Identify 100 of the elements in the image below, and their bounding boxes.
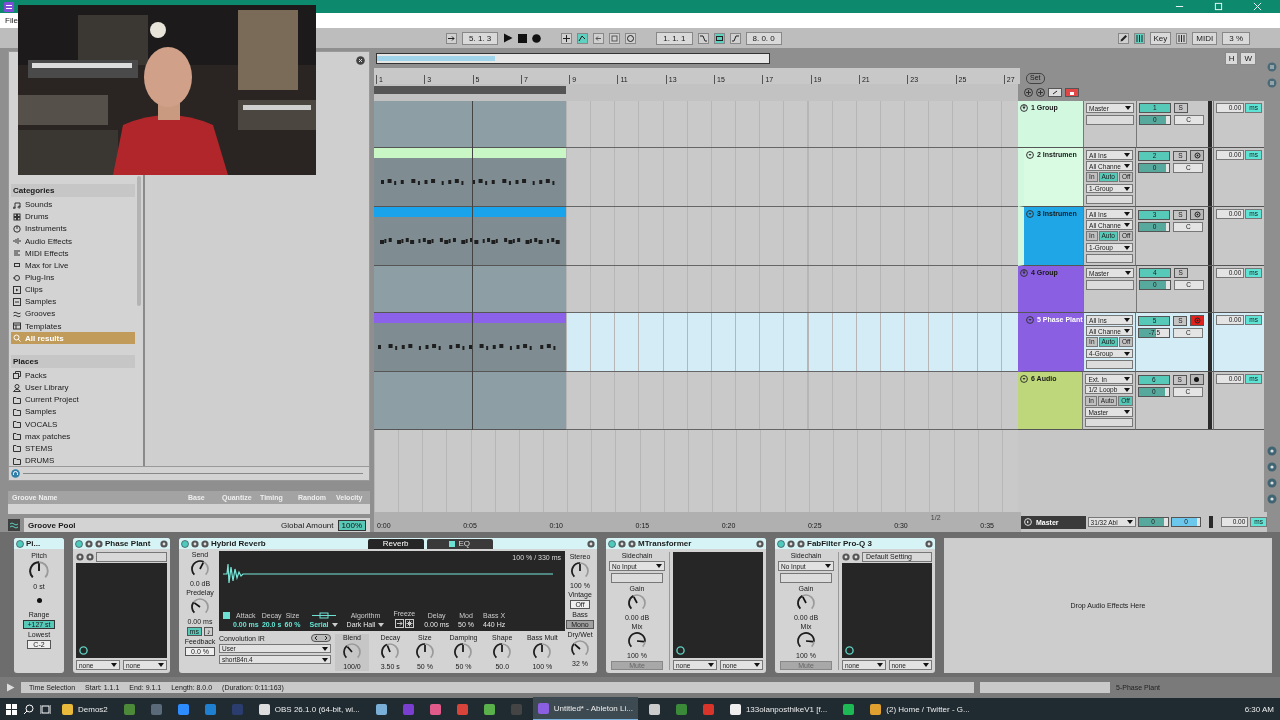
category-item[interactable]: Samples [11,295,135,308]
input-field[interactable] [1086,195,1134,205]
place-item[interactable]: Current Project [11,393,135,406]
input-field[interactable] [611,573,663,584]
toggle-icon[interactable] [1267,446,1277,457]
power-icon[interactable] [181,540,189,548]
place-item[interactable]: STEMS [11,442,135,455]
stop-button[interactable] [518,33,528,43]
toggle-icon[interactable] [1267,78,1277,89]
keys-icon[interactable] [1133,32,1145,44]
midi-clip[interactable] [374,217,566,266]
device-header[interactable]: Hybrid Reverb Reverb EQ [179,538,597,550]
groove-icon[interactable] [8,519,20,532]
loop-start-field[interactable]: 1. 1. 1 [656,31,693,45]
app-icon[interactable] [483,703,495,715]
start-icon[interactable] [6,703,17,715]
back-arrow-icon[interactable] [593,32,605,44]
power-icon[interactable] [777,540,785,548]
device-header[interactable]: FabFilter Pro-Q 3 [775,538,935,550]
category-item[interactable]: Max for Live [11,259,135,272]
search-icon[interactable] [23,703,34,715]
device-header[interactable]: MTransformer [606,538,766,550]
record-button[interactable] [532,33,542,43]
taskbar-button[interactable]: 133olanposthikeV1 [f... [724,698,833,720]
arm-button[interactable] [1190,150,1205,162]
amount-field[interactable]: 100% [337,520,366,531]
taskbar-button[interactable]: Untitled* - Ableton Li... [532,697,638,720]
app-icon[interactable] [648,703,660,715]
taskbar-button[interactable]: Demos2 [57,698,113,720]
category-item[interactable]: Grooves [11,307,135,321]
arrow-icon[interactable] [394,619,404,629]
category-item[interactable]: Audio Effects [11,234,135,248]
power-icon[interactable] [16,540,24,548]
maximize-icon[interactable] [1214,2,1223,11]
power-icon[interactable] [608,540,616,548]
device-header[interactable]: Pi... [14,538,64,550]
checkbox[interactable] [449,541,456,547]
square-icon[interactable] [609,32,621,44]
category-item[interactable]: MIDI Effects [11,247,135,260]
place-item[interactable]: Packs [11,369,135,382]
device-tab[interactable]: EQ [426,539,493,549]
category-item[interactable]: Clips [11,283,135,296]
app-icon[interactable] [843,703,855,715]
view-button[interactable]: W [1240,52,1256,65]
menu-item[interactable]: File [5,16,18,25]
snowflake-icon[interactable] [404,619,414,629]
close-icon[interactable] [356,56,365,66]
curve-icon[interactable] [697,32,709,44]
place-item[interactable]: VOCALS [11,418,135,431]
taskbar-button[interactable]: (2) Home / Twitter - G... [865,698,975,720]
preset-field[interactable] [96,552,167,562]
close-icon[interactable] [1253,2,1262,11]
input-field[interactable] [1085,418,1133,428]
input-field[interactable] [1086,280,1134,290]
arm-button[interactable] [1190,209,1205,221]
midi-clip[interactable] [374,323,566,372]
circle-icon[interactable] [625,32,637,44]
loop-brace[interactable] [374,86,566,95]
toggle-icon[interactable] [1267,494,1277,505]
toggle-icon[interactable] [1267,462,1277,473]
app-icon[interactable] [429,703,441,715]
prev-next-icon[interactable] [311,634,331,643]
clip-header[interactable] [374,207,566,218]
arm-button[interactable] [1189,374,1204,386]
input-field[interactable] [1086,254,1134,264]
headphones-icon[interactable] [11,469,20,479]
device-header[interactable]: Phase Plant [73,538,170,550]
pencil-icon[interactable] [1117,32,1129,44]
midi-clip[interactable] [374,158,566,207]
app-icon[interactable] [177,703,189,715]
curve-icon[interactable] [729,32,741,44]
view-button[interactable]: H [1224,52,1239,65]
lock-icon[interactable] [1065,88,1079,98]
toggle-icon[interactable] [1267,62,1277,73]
play-icon[interactable] [6,683,15,693]
play-button[interactable] [503,33,514,44]
key-map-button[interactable]: Key [1149,31,1172,45]
place-item[interactable]: Samples [11,405,135,418]
keys-icon[interactable] [1176,32,1188,44]
toggle-icon[interactable] [1267,478,1277,489]
category-item[interactable]: Plug-Ins [11,271,135,284]
power-icon[interactable] [75,540,83,548]
category-item[interactable]: Instruments [11,222,135,235]
place-item[interactable]: max patches [11,430,135,443]
loop-length-field[interactable]: 8. 0. 0 [745,31,782,45]
clip-header[interactable] [374,148,566,159]
clip-header[interactable] [374,313,566,324]
input-field[interactable] [1086,115,1134,125]
midi-map-button[interactable]: MIDI [1192,31,1218,45]
overview-bar[interactable] [376,53,770,64]
expand-icon[interactable] [1048,88,1062,98]
place-item[interactable]: DRUMS [11,454,135,467]
input-field[interactable] [780,573,832,584]
task-view-icon[interactable] [40,703,51,715]
checkbox[interactable] [223,612,230,620]
app-icon[interactable] [375,703,387,715]
input-field[interactable] [1086,360,1134,370]
follow-icon[interactable] [446,32,457,44]
category-item[interactable]: Drums [11,210,135,223]
position-field[interactable]: 5. 1. 3 [462,31,499,45]
